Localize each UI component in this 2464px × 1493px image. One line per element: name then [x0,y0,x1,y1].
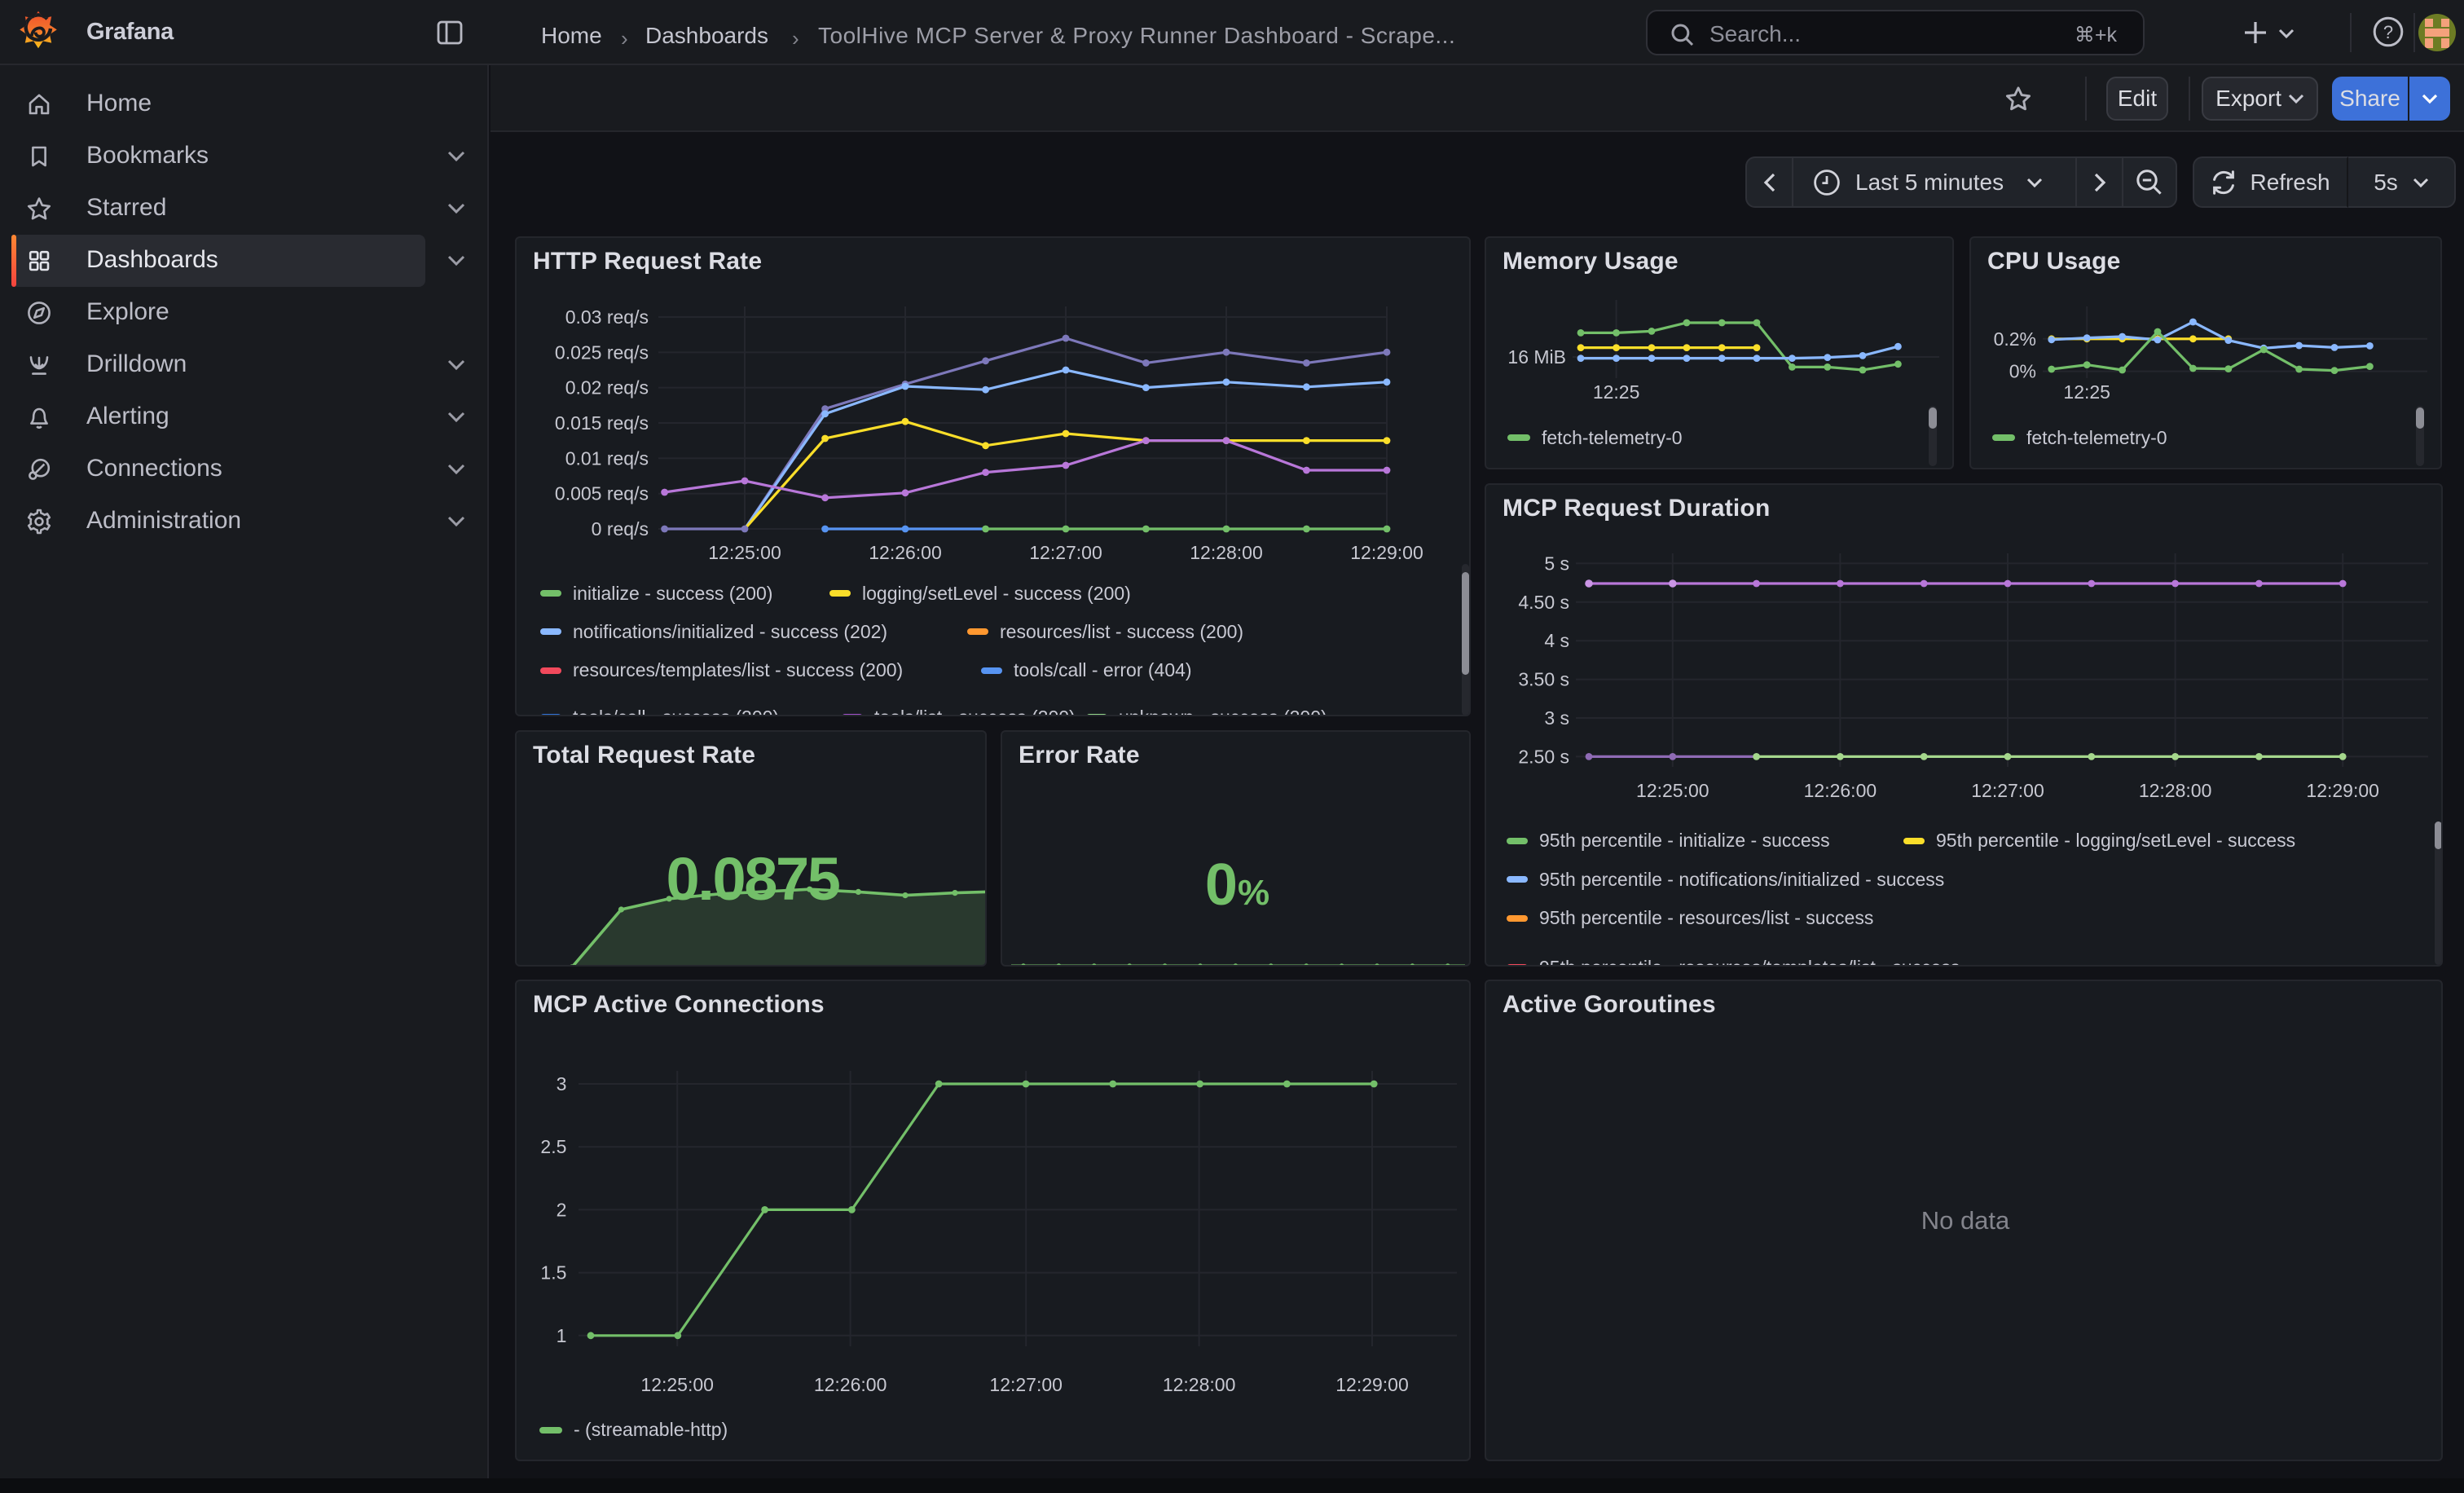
svg-text:12:26:00: 12:26:00 [814,1374,887,1395]
svg-text:2: 2 [557,1199,567,1220]
svg-text:0.03 req/s: 0.03 req/s [565,306,649,328]
svg-text:0%: 0% [2009,361,2036,382]
svg-text:4 s: 4 s [1544,630,1569,651]
svg-text:2.50 s: 2.50 s [1518,746,1569,767]
svg-text:1.5: 1.5 [540,1262,566,1284]
svg-text:0.015 req/s: 0.015 req/s [555,412,649,434]
svg-text:0.005 req/s: 0.005 req/s [555,483,649,504]
svg-text:0 req/s: 0 req/s [592,518,649,540]
svg-text:12:28:00: 12:28:00 [1163,1374,1236,1395]
svg-text:12:25:00: 12:25:00 [640,1374,714,1395]
svg-text:3.50 s: 3.50 s [1518,669,1569,690]
svg-text:12:29:00: 12:29:00 [2306,780,2379,801]
svg-text:12:27:00: 12:27:00 [1971,780,2044,801]
svg-text:?: ? [2383,22,2393,42]
svg-text:12:25: 12:25 [1593,381,1640,403]
svg-text:0.01 req/s: 0.01 req/s [565,447,649,469]
svg-text:0.2%: 0.2% [1994,328,2036,350]
svg-text:12:26:00: 12:26:00 [1804,780,1877,801]
svg-text:12:28:00: 12:28:00 [1190,542,1263,563]
svg-text:16 MiB: 16 MiB [1507,346,1566,368]
svg-text:12:26:00: 12:26:00 [869,542,942,563]
svg-text:12:25:00: 12:25:00 [708,542,781,563]
svg-text:3: 3 [557,1073,567,1094]
svg-text:12:25:00: 12:25:00 [1636,780,1709,801]
svg-text:12:29:00: 12:29:00 [1350,542,1423,563]
svg-text:2.5: 2.5 [540,1136,566,1157]
svg-text:0.02 req/s: 0.02 req/s [565,377,649,399]
svg-text:12:28:00: 12:28:00 [2139,780,2212,801]
svg-text:12:27:00: 12:27:00 [1029,542,1102,563]
svg-text:12:25: 12:25 [2063,381,2110,403]
svg-text:0.025 req/s: 0.025 req/s [555,341,649,363]
svg-text:1: 1 [557,1325,567,1346]
svg-text:12:27:00: 12:27:00 [989,1374,1063,1395]
svg-text:12:29:00: 12:29:00 [1335,1374,1409,1395]
svg-text:3 s: 3 s [1544,707,1569,729]
svg-text:5 s: 5 s [1544,553,1569,574]
svg-text:4.50 s: 4.50 s [1518,592,1569,613]
